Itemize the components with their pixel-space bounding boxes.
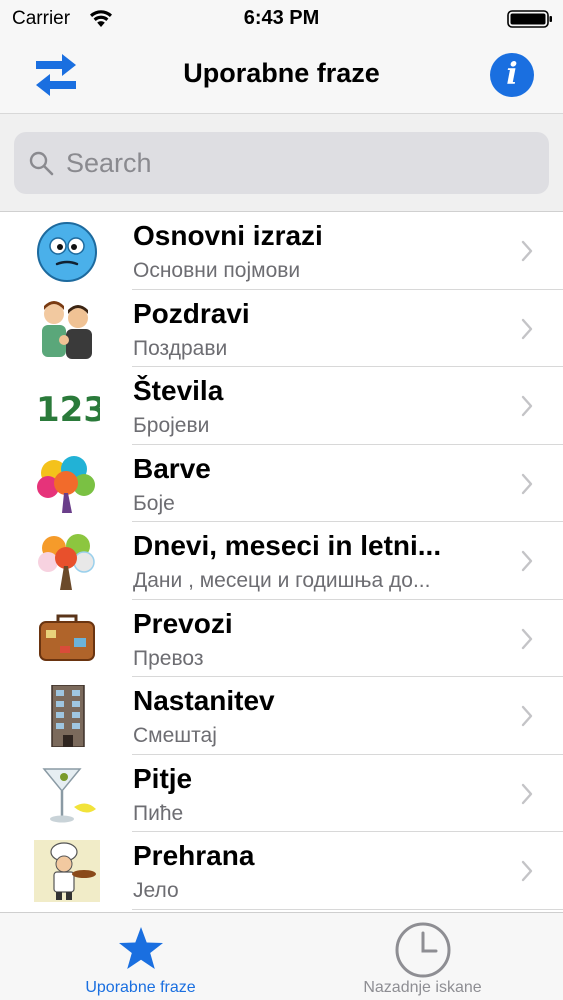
chevron-right-icon — [521, 240, 533, 262]
list-item[interactable]: Dnevi, meseci in letni... Дани , месеци … — [0, 522, 563, 600]
search-bar: Search — [0, 114, 563, 212]
star-icon — [118, 927, 163, 969]
category-subtitle: Поздрави — [133, 336, 228, 360]
tab-label: Nazadnje iskane — [363, 979, 482, 996]
clock-icon — [395, 922, 450, 978]
chef-icon — [34, 840, 100, 902]
chevron-right-icon — [521, 705, 533, 727]
colorful-tree-icon — [37, 455, 95, 513]
battery-icon — [507, 10, 552, 28]
category-title: Pitje — [133, 762, 193, 794]
tab-recent-searches[interactable]: Nazadnje iskane — [282, 913, 563, 1000]
chevron-right-icon — [521, 628, 533, 649]
hotel-building-icon — [51, 685, 85, 747]
category-title: Osnovni izrazi — [133, 220, 323, 251]
search-icon — [29, 151, 54, 176]
category-list: Osnovni izrazi Основни појмови Pozdravi … — [0, 212, 563, 910]
category-subtitle: Основни појмови — [133, 259, 301, 282]
category-subtitle: Боје — [133, 491, 175, 515]
list-item[interactable]: Prevozi Превоз — [0, 600, 563, 677]
tab-bar: Uporabne fraze Nazadnje iskane — [0, 912, 563, 1000]
category-title: Dnevi, meseci in letni... — [133, 530, 442, 561]
navigation-bar: Uporabne fraze i — [0, 38, 563, 114]
list-item[interactable]: Pitje Пиће — [0, 755, 563, 832]
category-title: Števila — [133, 375, 224, 406]
status-bar: Carrier 6:43 PM — [0, 0, 563, 38]
list-item[interactable]: Prehrana Јело — [0, 832, 563, 910]
category-subtitle: Превоз — [133, 646, 204, 670]
search-placeholder: Search — [66, 148, 152, 178]
category-title: Prevozi — [133, 607, 233, 639]
smiley-face-icon — [37, 222, 97, 282]
suitcase-icon — [39, 614, 95, 661]
tab-label: Uporabne fraze — [85, 979, 196, 996]
row-divider — [132, 908, 563, 910]
chevron-right-icon — [521, 860, 533, 882]
list-item[interactable]: 123 Števila Бројеви — [0, 367, 563, 445]
category-title: Barve — [133, 452, 211, 484]
list-item[interactable]: Nastanitev Смештај — [0, 677, 563, 755]
chevron-right-icon — [521, 783, 533, 804]
list-item[interactable]: Pozdravi Поздрави — [0, 290, 563, 367]
numbers-123-icon: 123 — [36, 390, 100, 430]
cocktail-glass-icon — [42, 767, 96, 822]
status-time: 6:43 PM — [243, 7, 320, 29]
seasons-tree-icon — [38, 534, 95, 590]
chevron-right-icon — [521, 473, 533, 494]
list-item[interactable]: Barve Боје — [0, 445, 563, 522]
svg-text:123: 123 — [36, 390, 100, 430]
category-subtitle: Дани , месеци и годишња до... — [133, 569, 431, 592]
category-title: Prehrana — [133, 840, 255, 871]
info-button[interactable]: i — [490, 53, 534, 97]
category-subtitle: Пиће — [133, 801, 184, 825]
category-subtitle: Бројеви — [133, 414, 210, 437]
tab-useful-phrases[interactable]: Uporabne fraze — [0, 913, 281, 1000]
chevron-right-icon — [521, 318, 533, 339]
search-input[interactable]: Search — [14, 132, 549, 194]
chevron-right-icon — [521, 550, 533, 572]
greeting-people-icon — [42, 300, 92, 359]
chevron-right-icon — [521, 395, 533, 417]
category-subtitle: Смештај — [133, 724, 217, 747]
category-title: Pozdravi — [133, 297, 250, 329]
list-item[interactable]: Osnovni izrazi Основни појмови — [0, 212, 563, 290]
category-title: Nastanitev — [133, 685, 275, 716]
category-subtitle: Јело — [133, 879, 179, 902]
page-title: Uporabne fraze — [183, 58, 380, 88]
info-icon: i — [506, 57, 518, 92]
